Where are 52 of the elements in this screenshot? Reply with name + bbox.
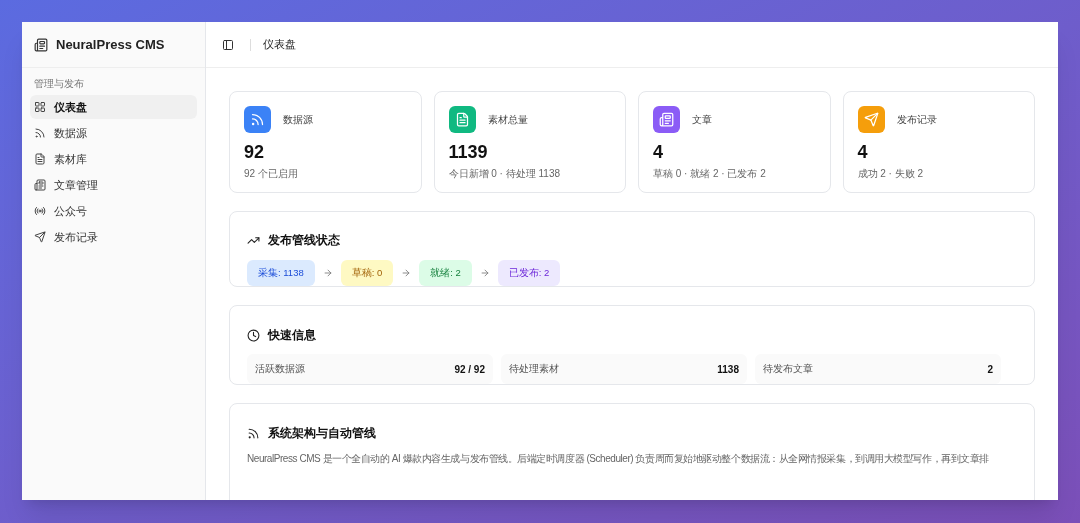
stat-detail: 今日新增 0 · 待处理 1138 [448, 166, 561, 181]
info-label: 活跃数据源 [255, 361, 305, 376]
card-title: 发布管线状态 [268, 232, 340, 249]
group-label: 管理与发布 [33, 77, 85, 91]
rss-icon [247, 426, 260, 440]
arrow-icon [479, 268, 490, 278]
newspaper-icon [34, 179, 46, 191]
paper-plane-icon [34, 231, 46, 243]
paper-plane-icon [863, 112, 879, 127]
document-icon [454, 112, 470, 127]
sidebar-item[interactable]: 公众号 [30, 199, 197, 223]
arrow-icon [322, 268, 333, 278]
stat-value: 4 [653, 141, 664, 164]
grid-icon [34, 101, 46, 113]
sidebar-item[interactable]: 发布记录 [30, 225, 197, 249]
info-label: 待发布文章 [763, 361, 813, 376]
rss-icon [250, 112, 265, 127]
stat-detail: 成功 2 · 失败 2 [857, 166, 925, 181]
stat-detail: 草稿 0 · 就绪 2 · 已发布 2 [653, 166, 767, 181]
app-name: NeuralPress CMS [56, 35, 165, 54]
stat-label: 文章 [692, 113, 712, 127]
newspaper-icon [659, 112, 674, 127]
stage-tag: 草稿: 0 [340, 260, 394, 286]
sidebar-item[interactable]: 文章管理 [30, 173, 197, 197]
logo-icon [34, 37, 48, 52]
stat-value: 92 [244, 141, 266, 164]
stat-value: 4 [857, 141, 869, 164]
description-text: NeuralPress CMS 是一个全自动的 AI 爆款内容生成与发布管线。后端定时调度器 (Scheduler) 负责周而复始地驱动整个数据流：从全网情报采集，到调用大模型写作，再到文章排 [247, 452, 989, 466]
card-title: 系统架构与自动管线 [268, 425, 376, 442]
info-value: 2 [987, 362, 993, 377]
page-title: 仪表盘 [263, 37, 296, 53]
stage-tag: 已发布: 2 [497, 260, 561, 286]
stat-label: 数据源 [283, 113, 313, 127]
info-value: 1138 [717, 362, 739, 377]
document-icon [34, 153, 46, 165]
stat-detail: 92 个已启用 [244, 166, 299, 181]
sidebar-item[interactable]: 仪表盘 [30, 95, 197, 119]
info-label: 待处理素材 [509, 361, 559, 376]
stage-tag: 采集: 1138 [247, 260, 315, 286]
sidebar-item[interactable]: 素材库 [30, 147, 197, 171]
clock-icon [247, 328, 260, 342]
info-value: 92 / 92 [454, 362, 485, 377]
stage-tag: 就绪: 2 [419, 260, 472, 286]
rss-icon [34, 127, 46, 139]
arrow-icon [401, 268, 412, 278]
card-title: 快速信息 [268, 327, 316, 344]
sidebar-item[interactable]: 数据源 [30, 121, 197, 145]
stat-value: 1139 [448, 141, 489, 164]
stat-label: 素材总量 [487, 113, 528, 127]
sidebar-icon [222, 38, 234, 51]
stat-label: 发布记录 [896, 113, 937, 127]
broadcast-icon [34, 205, 46, 217]
